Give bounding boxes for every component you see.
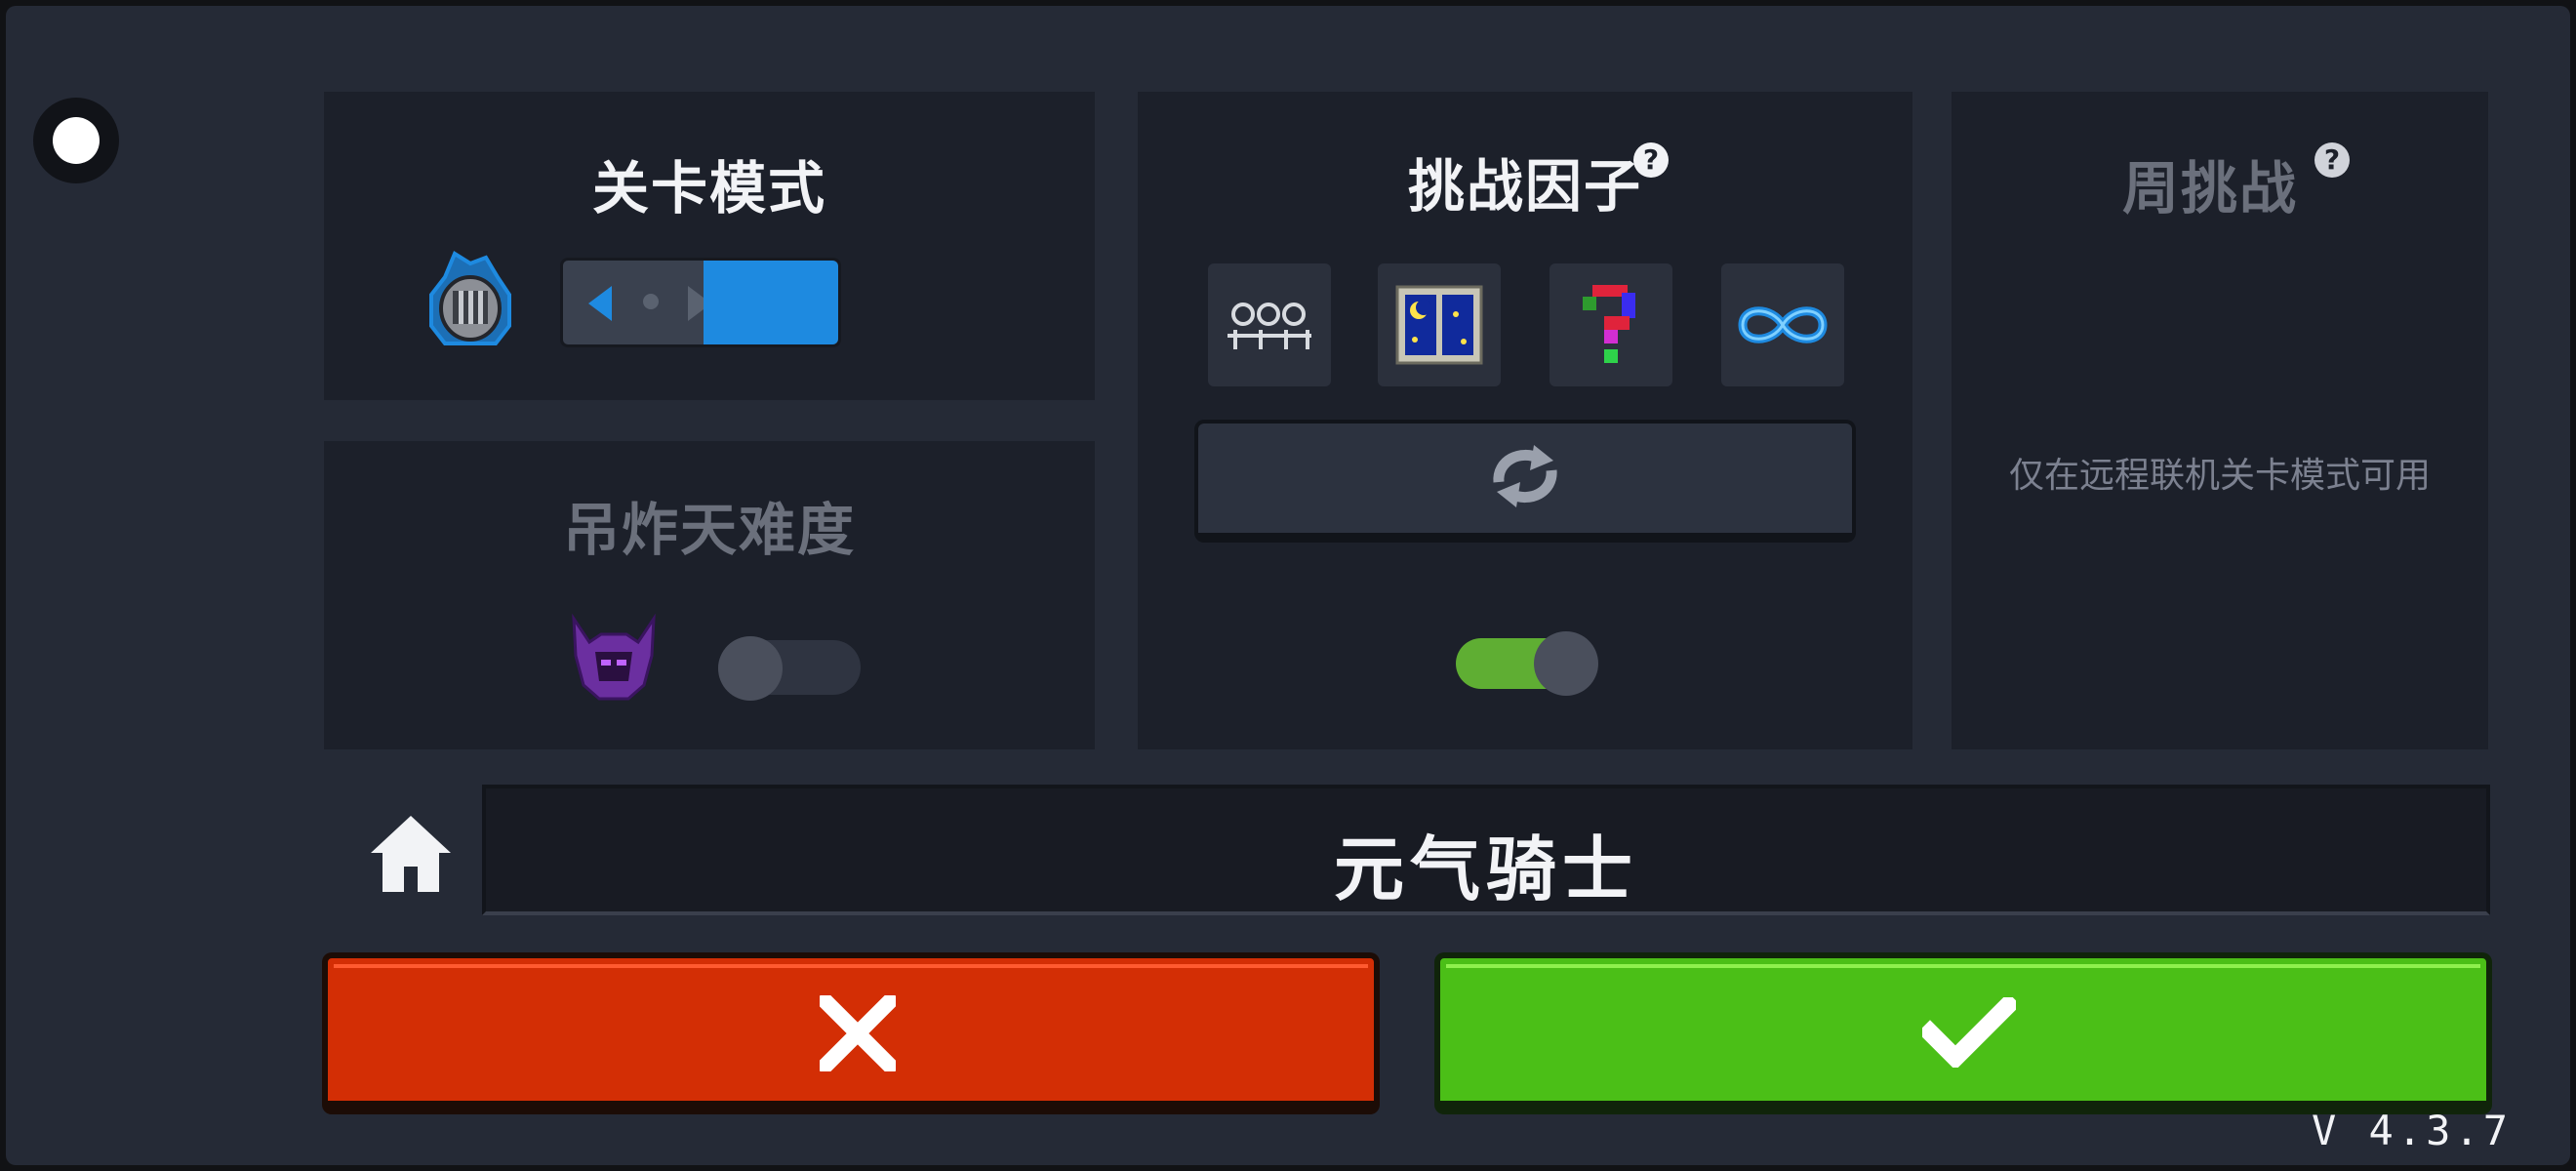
- factor-slot-1[interactable]: [1208, 263, 1331, 386]
- hell-difficulty-panel: 吊炸天难度: [324, 441, 1095, 749]
- stage-mode-selector[interactable]: [560, 258, 841, 347]
- night-window-icon: [1395, 285, 1483, 365]
- mode-indicator-dot: [643, 294, 659, 309]
- infinity-icon: [1738, 306, 1828, 343]
- mode-prev-arrow[interactable]: [575, 274, 627, 333]
- game-settings-screen: 关卡模式 吊炸天难度 挑战因子 ? 周挑战 ? 仅在远程联机关卡模式可用 元气骑…: [6, 6, 2570, 1165]
- confirm-button[interactable]: [1434, 952, 2492, 1114]
- cancel-button[interactable]: [322, 952, 1380, 1114]
- question-icon[interactable]: ?: [1633, 142, 1669, 178]
- demon-helmet-icon: [572, 613, 656, 701]
- refresh-icon: [1493, 445, 1557, 507]
- hell-difficulty-title: 吊炸天难度: [562, 497, 856, 563]
- challenge-factors-title: 挑战因子: [1407, 153, 1642, 220]
- factor-slot-2[interactable]: [1378, 263, 1501, 386]
- home-icon[interactable]: [367, 812, 455, 894]
- weekly-challenge-title: 周挑战: [2121, 155, 2298, 222]
- check-icon: [1922, 997, 2016, 1068]
- server-name-field[interactable]: 元气骑士: [482, 785, 2490, 915]
- skeleton-group-icon: [1228, 303, 1311, 349]
- challenge-factors-toggle[interactable]: [1456, 631, 1598, 696]
- challenge-factors-panel: 挑战因子 ?: [1138, 92, 1912, 749]
- x-icon: [820, 995, 896, 1071]
- toggle-knob: [1534, 631, 1598, 696]
- mode-selected-fill: [704, 261, 838, 344]
- question-icon[interactable]: ?: [2314, 142, 2350, 178]
- stage-mode-panel: 关卡模式: [324, 92, 1095, 400]
- factor-slot-4[interactable]: [1721, 263, 1844, 386]
- refresh-factors-button[interactable]: [1194, 420, 1856, 543]
- server-name: 元气骑士: [1333, 828, 1638, 910]
- factor-slot-3[interactable]: [1550, 263, 1672, 386]
- weekly-challenge-panel: 周挑战 ? 仅在远程联机关卡模式可用: [1952, 92, 2488, 749]
- glitch-question-icon: [1583, 285, 1635, 363]
- toggle-knob: [718, 636, 783, 701]
- knight-helmet-icon: [429, 251, 511, 345]
- weekly-challenge-notice: 仅在远程联机关卡模式可用: [2008, 456, 2431, 496]
- stage-mode-title: 关卡模式: [591, 155, 826, 222]
- side-menu-button[interactable]: [33, 98, 119, 183]
- version-label: V 4.3.7: [2311, 1107, 2512, 1154]
- hell-difficulty-toggle[interactable]: [718, 636, 861, 701]
- dot-icon: [53, 117, 100, 164]
